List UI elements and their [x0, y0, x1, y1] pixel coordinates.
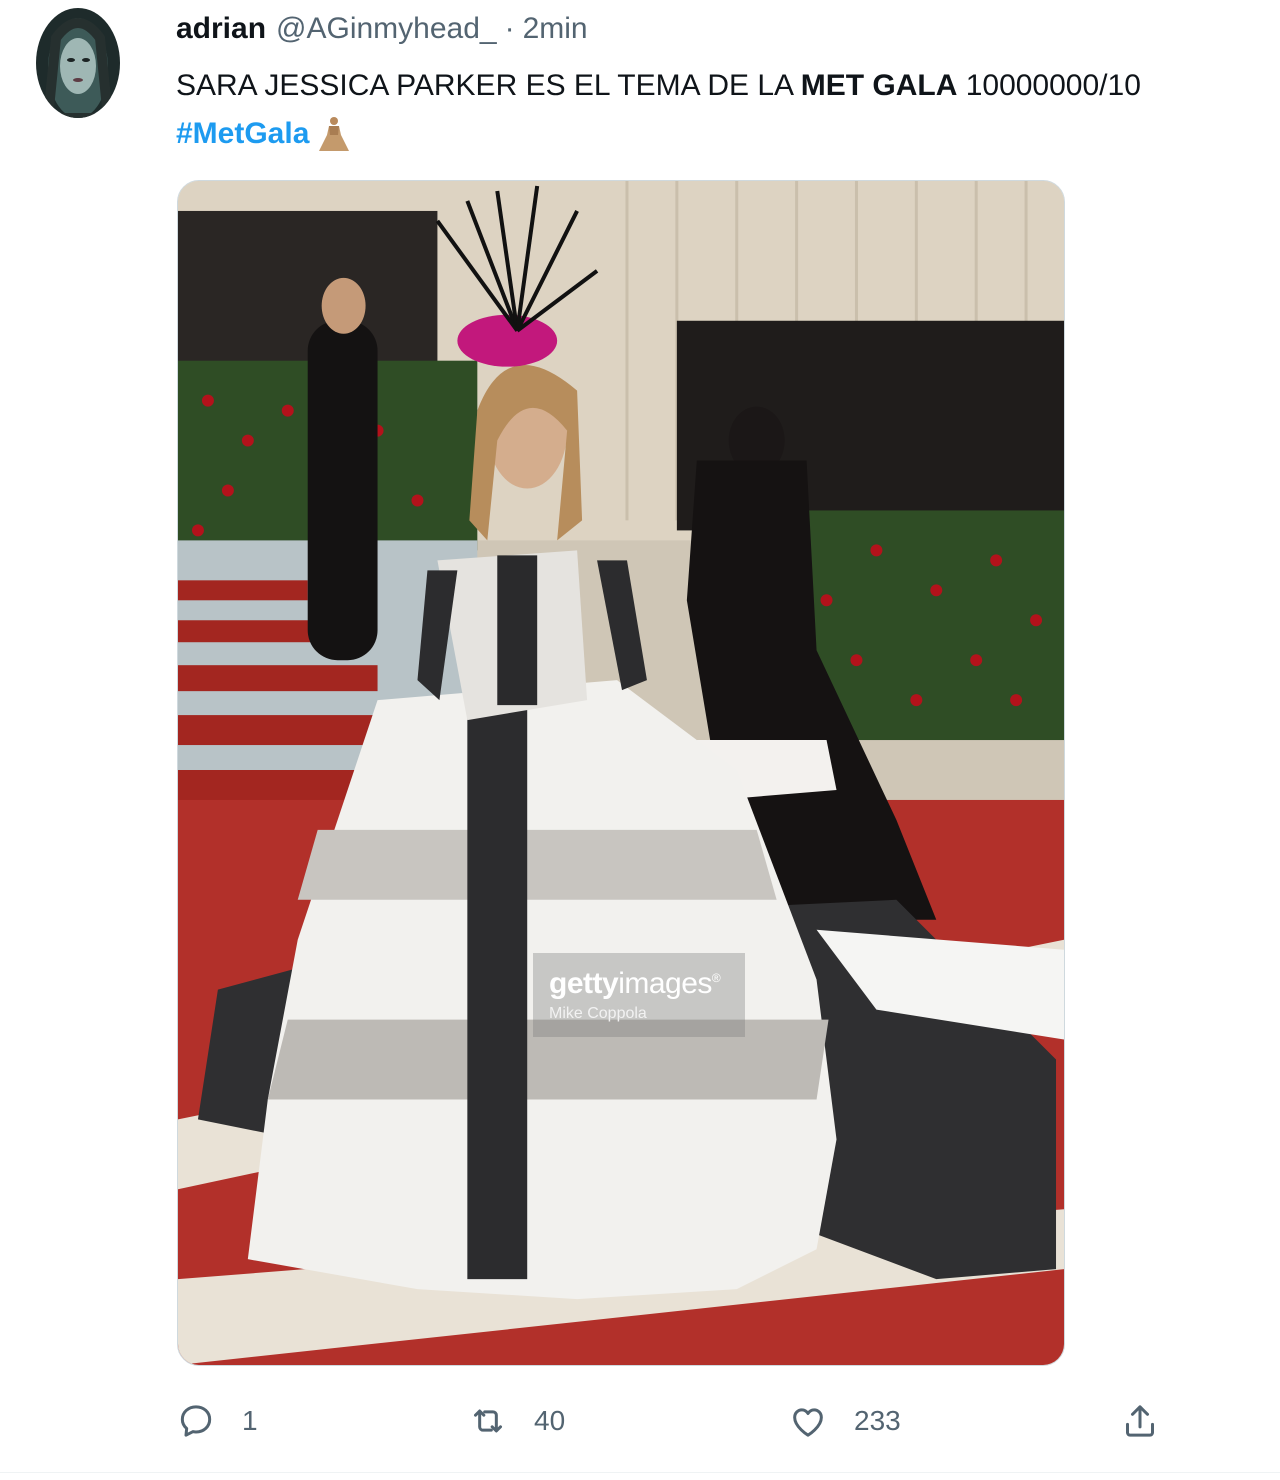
- dress-emoji-icon: [315, 115, 353, 153]
- tweet-text-part1: SARA JESSICA PARKER ES EL TEMA DE LA: [176, 69, 801, 102]
- watermark-credit: Mike Coppola: [549, 1005, 647, 1022]
- tweet[interactable]: adrian @AGinmyhead_ · 2min SARA JESSICA …: [0, 0, 1280, 1480]
- tweet-text-bold: MET GALA: [800, 69, 958, 102]
- met-gala-photo: [178, 181, 1064, 1365]
- avatar-image: [36, 8, 120, 118]
- like-count: 233: [854, 1405, 901, 1436]
- tweet-text: SARA JESSICA PARKER ES EL TEMA DE LA MET…: [176, 62, 1280, 158]
- tweet-text-line: SARA JESSICA PARKER ES EL TEMA DE LA MET…: [176, 62, 1280, 110]
- retweet-icon: [474, 1409, 502, 1433]
- watermark-brand-bold: getty: [549, 967, 619, 1000]
- reply-button[interactable]: 1: [176, 1396, 258, 1446]
- hashtag-link[interactable]: #MetGala: [176, 110, 309, 158]
- display-name[interactable]: adrian: [176, 12, 266, 46]
- tweet-divider: [0, 1472, 1280, 1473]
- user-handle[interactable]: @AGinmyhead_: [276, 12, 497, 46]
- reply-count: 1: [242, 1405, 258, 1436]
- tweet-photo[interactable]: gettyimages® Mike Coppola: [177, 180, 1065, 1366]
- separator-dot: ·: [504, 12, 515, 45]
- getty-watermark: gettyimages® Mike Coppola: [533, 953, 745, 1037]
- retweet-button[interactable]: 40: [468, 1396, 565, 1446]
- tweet-header: adrian @AGinmyhead_ · 2min: [176, 12, 588, 52]
- retweet-count: 40: [534, 1405, 566, 1436]
- tweet-text-part2: 10000000/10: [957, 69, 1141, 102]
- watermark-registered: ®: [711, 971, 721, 985]
- share-icon: [1126, 1405, 1154, 1437]
- reply-icon: [180, 1405, 212, 1437]
- like-button[interactable]: 233: [788, 1396, 901, 1446]
- hashtag-line: #MetGala: [176, 110, 1280, 158]
- tweet-actions: 1 40 233: [176, 1396, 1166, 1446]
- watermark-brand-light: images: [618, 967, 712, 1000]
- heart-icon: [793, 1408, 823, 1437]
- share-button[interactable]: [1120, 1396, 1160, 1446]
- watermark-brand: gettyimages®: [549, 967, 721, 1001]
- timestamp[interactable]: 2min: [523, 12, 588, 46]
- avatar[interactable]: [36, 8, 120, 118]
